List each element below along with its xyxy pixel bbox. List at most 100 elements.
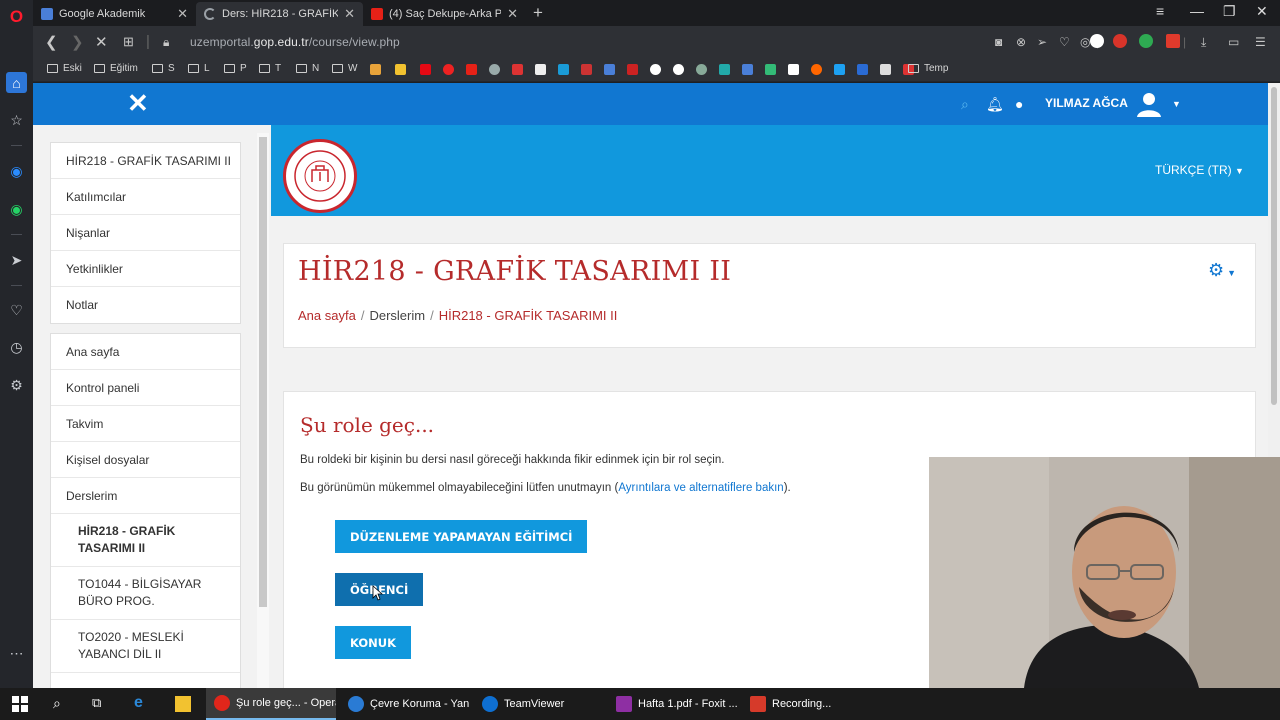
- url-field[interactable]: uzemportal.gop.edu.tr/course/view.php: [190, 35, 400, 49]
- bookmark-icon[interactable]: [627, 64, 638, 75]
- maximize-button[interactable]: ❐: [1223, 3, 1236, 20]
- bookmark-folder[interactable]: T: [259, 63, 281, 74]
- edge-icon[interactable]: e: [134, 694, 150, 711]
- minimize-button[interactable]: —: [1190, 3, 1204, 19]
- drawer-item-competencies[interactable]: Yetkinlikler: [51, 251, 240, 287]
- search-icon[interactable]: ⌕: [961, 96, 969, 113]
- taskbar-item-teamviewer[interactable]: TeamViewer: [474, 688, 604, 720]
- bookmark-icon[interactable]: [489, 64, 500, 75]
- tab-google-scholar[interactable]: Google Akademik ✕: [33, 2, 196, 26]
- language-menu[interactable]: TÜRKÇE (TR) ▼: [1155, 163, 1244, 177]
- bookmark-folder[interactable]: N: [296, 63, 319, 74]
- speed-dial-icon[interactable]: ⊞: [123, 34, 134, 50]
- bookmark-icon[interactable]: [395, 64, 406, 75]
- close-icon[interactable]: ✕: [507, 6, 518, 22]
- back-button[interactable]: ❮: [45, 33, 58, 51]
- messages-icon[interactable]: ●: [1015, 96, 1023, 112]
- drawer-item-course[interactable]: HİR218 - GRAFİK TASARIMI II: [51, 143, 240, 179]
- search-icon[interactable]: ⌕: [53, 695, 69, 711]
- bookmark-icon[interactable]: [880, 64, 891, 75]
- drawer-item-private-files[interactable]: Kişisel dosyalar: [51, 442, 240, 478]
- windows-start-icon[interactable]: [12, 696, 28, 712]
- bookmark-icon[interactable]: [742, 64, 753, 75]
- download-icon[interactable]: ⤓: [1201, 35, 1206, 50]
- twitter-icon[interactable]: [834, 64, 845, 75]
- chevron-down-icon[interactable]: ▼: [1172, 99, 1181, 109]
- settings-icon[interactable]: ⚙: [6, 375, 27, 396]
- google-icon[interactable]: [673, 64, 684, 75]
- close-icon[interactable]: ✕: [177, 6, 188, 22]
- send-icon[interactable]: ➤: [6, 250, 27, 271]
- drawer-item-participants[interactable]: Katılımcılar: [51, 179, 240, 215]
- mail-bookmark-icon[interactable]: [370, 64, 381, 75]
- bookmark-icon[interactable]: [857, 64, 868, 75]
- youtube-icon[interactable]: [466, 64, 477, 75]
- bookmark-folder[interactable]: W: [332, 63, 357, 74]
- battery-icon[interactable]: ▭: [1228, 35, 1239, 49]
- breadcrumb-course[interactable]: HİR218 - GRAFİK TASARIMI II: [439, 308, 618, 323]
- bookmark-icon[interactable]: [443, 64, 454, 75]
- drawer-item-calendar[interactable]: Takvim: [51, 406, 240, 442]
- drawer-course-item[interactable]: HİR218 - GRAFİK TASARIMI II: [51, 514, 240, 567]
- drawer-item-home[interactable]: Ana sayfa: [51, 334, 240, 370]
- taskbar-item-foxit[interactable]: Hafta 1.pdf - Foxit ...: [608, 688, 738, 720]
- bookmark-folder-temp[interactable]: Temp: [908, 63, 948, 74]
- breadcrumb-home[interactable]: Ana sayfa: [298, 308, 356, 323]
- netflix-icon[interactable]: [420, 64, 431, 75]
- tab-menu-icon[interactable]: ≡: [1156, 3, 1164, 19]
- avatar[interactable]: [1135, 90, 1163, 118]
- new-tab-button[interactable]: +: [533, 2, 543, 24]
- tab-course[interactable]: Ders: HİR218 - GRAFİK TASARIMI II ✕: [196, 2, 363, 26]
- whatsapp-icon[interactable]: ◉: [6, 199, 27, 220]
- bookmark-icon[interactable]: [811, 64, 822, 75]
- bookmark-icon[interactable]: [719, 64, 730, 75]
- stop-button[interactable]: ✕: [95, 33, 108, 51]
- bookmark-folder[interactable]: P: [224, 63, 247, 74]
- chat-extension-icon[interactable]: [1090, 34, 1104, 48]
- bookmark-folder[interactable]: Eski: [47, 63, 82, 74]
- drawer-item-dashboard[interactable]: Kontrol paneli: [51, 370, 240, 406]
- adblock-icon[interactable]: ⊗: [1016, 35, 1026, 49]
- file-explorer-icon[interactable]: [175, 696, 191, 712]
- camera-icon[interactable]: ◙: [995, 35, 1002, 49]
- drawer-item-grades[interactable]: Notlar: [51, 287, 240, 323]
- details-link[interactable]: Ayrıntılara ve alternatiflere bakın: [618, 482, 783, 494]
- drawer-course-item[interactable]: TO2020 - MESLEKİ YABANCI DİL II: [51, 620, 240, 673]
- bookmark-folder[interactable]: L: [188, 63, 210, 74]
- easy-setup-icon[interactable]: ☰: [1255, 35, 1266, 49]
- grammarly-icon[interactable]: [1139, 34, 1153, 48]
- translate-icon[interactable]: [604, 64, 615, 75]
- taskbar-item-opera[interactable]: Şu role geç... - Opera: [206, 688, 336, 720]
- heart-icon[interactable]: ♡: [6, 300, 27, 321]
- close-drawer-icon[interactable]: ✕: [127, 90, 149, 116]
- notification-bell-icon[interactable]: 🔔︎: [986, 96, 1004, 113]
- ublock-icon[interactable]: [1113, 34, 1127, 48]
- messenger-icon[interactable]: ◉: [6, 161, 27, 182]
- drawer-scrollbar[interactable]: [257, 133, 269, 688]
- yandex-icon[interactable]: [512, 64, 523, 75]
- bookmark-folder[interactable]: Eğitim: [94, 63, 138, 74]
- vpn-icon[interactable]: ◎: [1080, 35, 1090, 49]
- document-icon[interactable]: [535, 64, 546, 75]
- gear-icon[interactable]: ⚙ ▼: [1208, 260, 1236, 281]
- breadcrumb-my-courses[interactable]: Derslerim: [369, 308, 425, 323]
- google-icon[interactable]: [650, 64, 661, 75]
- role-guest-button[interactable]: KONUK: [335, 626, 412, 659]
- drawer-course-item[interactable]: [51, 673, 240, 688]
- heart-icon[interactable]: ♡: [1059, 35, 1070, 49]
- extension-icon[interactable]: [1166, 34, 1180, 48]
- bookmark-folder[interactable]: S: [152, 63, 175, 74]
- send-icon[interactable]: ➢: [1037, 35, 1047, 49]
- user-name[interactable]: YILMAZ AĞCA: [1045, 96, 1128, 110]
- bookmark-icon[interactable]: [696, 64, 707, 75]
- pinboard-icon[interactable]: ☆: [6, 110, 27, 131]
- drawer-item-badges[interactable]: Nişanlar: [51, 215, 240, 251]
- close-icon[interactable]: ✕: [344, 6, 355, 22]
- history-icon[interactable]: ◷: [6, 337, 27, 358]
- taskbar-item-recording[interactable]: Recording...: [742, 688, 872, 720]
- bookmark-icon[interactable]: [788, 64, 799, 75]
- bookmark-icon[interactable]: [558, 64, 569, 75]
- close-window-button[interactable]: ✕: [1256, 3, 1268, 20]
- more-icon[interactable]: ⋯: [6, 643, 27, 664]
- tab-youtube[interactable]: (4) Saç Dekupe-Arka Plan S ✕: [363, 2, 526, 26]
